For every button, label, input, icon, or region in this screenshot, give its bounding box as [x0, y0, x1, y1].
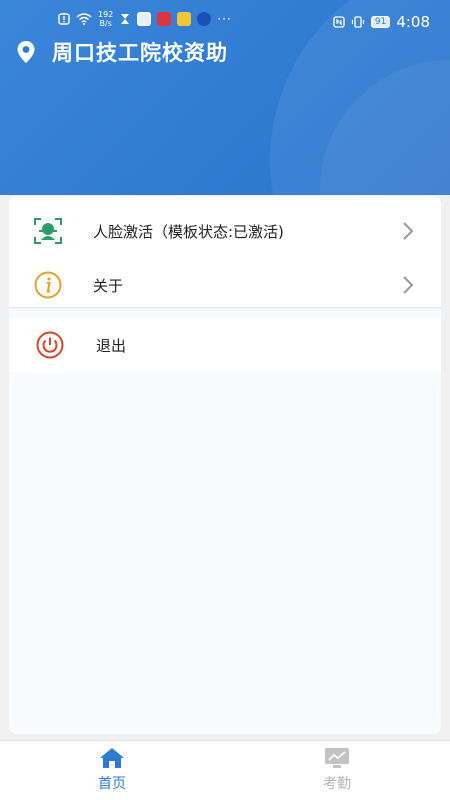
net-speed-value: 192 — [98, 10, 114, 19]
status-bar: 192 B/s ··· 91 4:08 — [0, 8, 450, 36]
bottom-nav: 首页 考勤 — [0, 740, 450, 800]
tab-attendance[interactable]: 考勤 — [277, 747, 397, 797]
tab-home[interactable]: 首页 — [52, 747, 172, 797]
clock: 4:08 — [396, 13, 430, 31]
menu-item-about[interactable]: 关于 — [9, 258, 441, 312]
book-app-icon — [157, 12, 172, 26]
location-pin-icon — [17, 41, 35, 63]
title-bar: 周口技工院校资助 — [16, 36, 228, 68]
menu-item-face-activation[interactable]: 人脸激活（模板状态:已激活) — [9, 204, 441, 258]
net-speed-unit: B/s — [99, 19, 112, 28]
net-speed: 192 B/s — [98, 10, 113, 28]
tab-home-label: 首页 — [98, 776, 126, 792]
chart-icon — [325, 748, 349, 768]
vibrate-icon — [351, 16, 364, 28]
content-card: 人脸激活（模板状态:已激活) 关于 退出 — [9, 196, 441, 734]
logout-button[interactable]: 退出 — [9, 318, 441, 372]
wifi-icon — [76, 13, 92, 25]
battery-indicator: 91 — [370, 16, 391, 28]
menu-item-label: 关于 — [93, 276, 124, 295]
status-right-icons: 91 4:08 — [333, 13, 430, 31]
hourglass-icon — [121, 14, 130, 24]
chevron-right-icon — [403, 222, 414, 240]
info-icon — [34, 271, 62, 299]
nfc-icon — [333, 16, 345, 28]
mail-app-icon — [177, 12, 192, 26]
chevron-right-icon — [403, 276, 414, 294]
overflow-icon: ··· — [217, 12, 232, 26]
home-icon — [100, 748, 124, 768]
browser-app-icon — [137, 12, 152, 26]
status-left-icons: 192 B/s ··· — [58, 10, 232, 28]
menu-group: 人脸激活（模板状态:已激活) 关于 — [9, 196, 441, 308]
header-banner: 192 B/s ··· 91 4:08 周口技工院校资助 — [0, 0, 450, 195]
logout-row: 退出 — [9, 318, 441, 372]
page-title: 周口技工院校资助 — [52, 41, 228, 65]
vpn-app-icon — [197, 12, 212, 26]
tab-attendance-label: 考勤 — [323, 776, 351, 792]
power-icon — [36, 331, 64, 359]
alert-icon — [58, 13, 70, 25]
menu-item-label: 人脸激活（模板状态:已激活) — [93, 222, 284, 241]
logout-label: 退出 — [96, 336, 127, 355]
face-scan-icon — [34, 218, 62, 244]
